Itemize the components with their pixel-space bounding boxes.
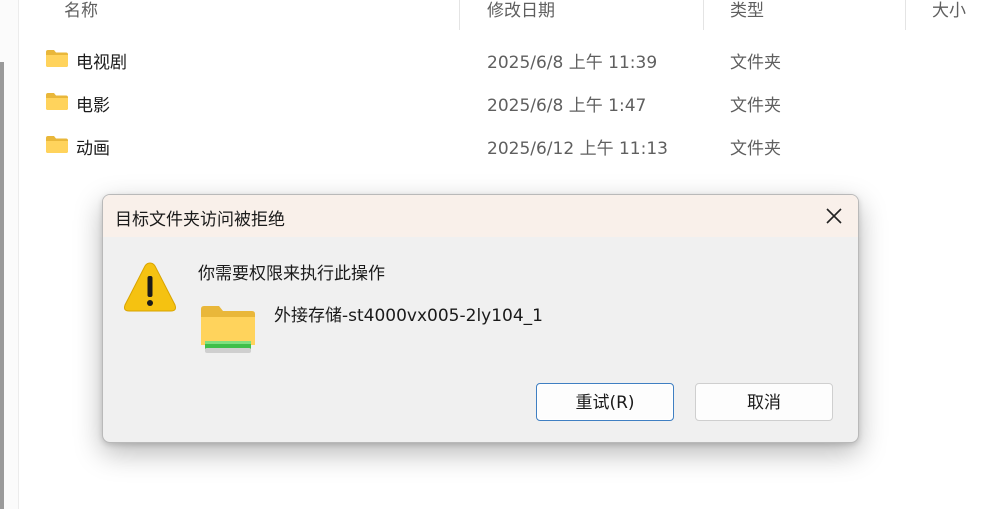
- file-row[interactable]: 电视剧 2025/6/8 上午 11:39 文件夹: [18, 38, 995, 80]
- file-type: 文件夹: [730, 96, 781, 116]
- dialog-titlebar[interactable]: 目标文件夹访问被拒绝: [103, 195, 858, 237]
- folder-icon: [46, 136, 68, 153]
- close-icon[interactable]: [822, 204, 846, 228]
- dialog-message: 你需要权限来执行此操作: [198, 264, 385, 284]
- navigation-pane-edge: [0, 0, 19, 509]
- cancel-button[interactable]: 取消: [695, 383, 833, 421]
- file-date: 2025/6/8 上午 1:47: [487, 96, 647, 116]
- column-header-type[interactable]: 类型: [730, 0, 764, 26]
- column-divider[interactable]: [905, 0, 906, 30]
- column-divider[interactable]: [703, 0, 704, 30]
- file-explorer-window: 名称 修改日期 类型 大小 电视剧 2025/6/8 上午 11:39 文件夹 …: [0, 0, 995, 509]
- column-header-bar: 名称 修改日期 类型 大小: [18, 0, 995, 30]
- folder-icon: [46, 50, 68, 67]
- column-divider[interactable]: [459, 0, 460, 30]
- file-row[interactable]: 动画 2025/6/12 上午 11:13 文件夹: [18, 124, 995, 166]
- folder-icon: [46, 93, 68, 110]
- external-drive-folder-icon: [201, 306, 255, 353]
- file-date: 2025/6/8 上午 11:39: [487, 53, 658, 73]
- dialog-title: 目标文件夹访问被拒绝: [115, 210, 285, 230]
- column-header-size[interactable]: 大小: [932, 0, 966, 26]
- retry-button[interactable]: 重试(R): [536, 383, 674, 421]
- file-type: 文件夹: [730, 53, 781, 73]
- column-header-date[interactable]: 修改日期: [487, 0, 555, 26]
- file-type: 文件夹: [730, 139, 781, 159]
- access-denied-dialog: 目标文件夹访问被拒绝 你需要权限来执行此操作 外接存储-st4000vx005-…: [102, 194, 859, 443]
- scrollbar[interactable]: [0, 62, 4, 509]
- column-header-name[interactable]: 名称: [64, 0, 98, 26]
- file-name: 电影: [76, 96, 110, 116]
- file-name: 动画: [76, 139, 110, 159]
- file-name: 电视剧: [76, 53, 127, 73]
- warning-icon: [124, 262, 176, 312]
- file-row[interactable]: 电影 2025/6/8 上午 1:47 文件夹: [18, 81, 995, 123]
- file-date: 2025/6/12 上午 11:13: [487, 139, 668, 159]
- target-folder-name: 外接存储-st4000vx005-2ly104_1: [274, 306, 543, 326]
